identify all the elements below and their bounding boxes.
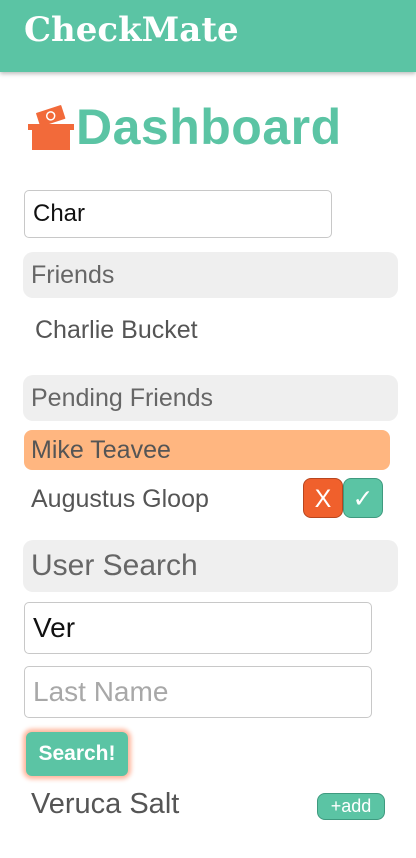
brand-logo-text[interactable]: CheckMate	[24, 10, 239, 50]
last-name-input[interactable]	[24, 666, 372, 718]
pending-section-header: Pending Friends	[23, 375, 398, 421]
search-button[interactable]: Search!	[26, 732, 128, 776]
pending-friend-item-highlighted[interactable]: Mike Teavee	[24, 430, 390, 470]
search-result-item: Veruca Salt	[31, 788, 180, 820]
accept-friend-button[interactable]: ✓	[343, 478, 383, 518]
user-search-section-header: User Search	[23, 540, 398, 592]
top-navbar: CheckMate	[0, 0, 416, 72]
friend-filter-input[interactable]	[24, 190, 332, 238]
first-name-input[interactable]	[24, 602, 372, 654]
friend-item[interactable]: Charlie Bucket	[35, 316, 198, 345]
box-with-money-icon	[28, 104, 74, 150]
add-friend-button[interactable]: +add	[317, 793, 385, 820]
reject-friend-button[interactable]: X	[303, 478, 343, 518]
page-title: Dashboard	[76, 99, 342, 155]
pending-friend-item: Augustus Gloop	[31, 485, 209, 513]
friends-section-header: Friends	[23, 252, 398, 298]
